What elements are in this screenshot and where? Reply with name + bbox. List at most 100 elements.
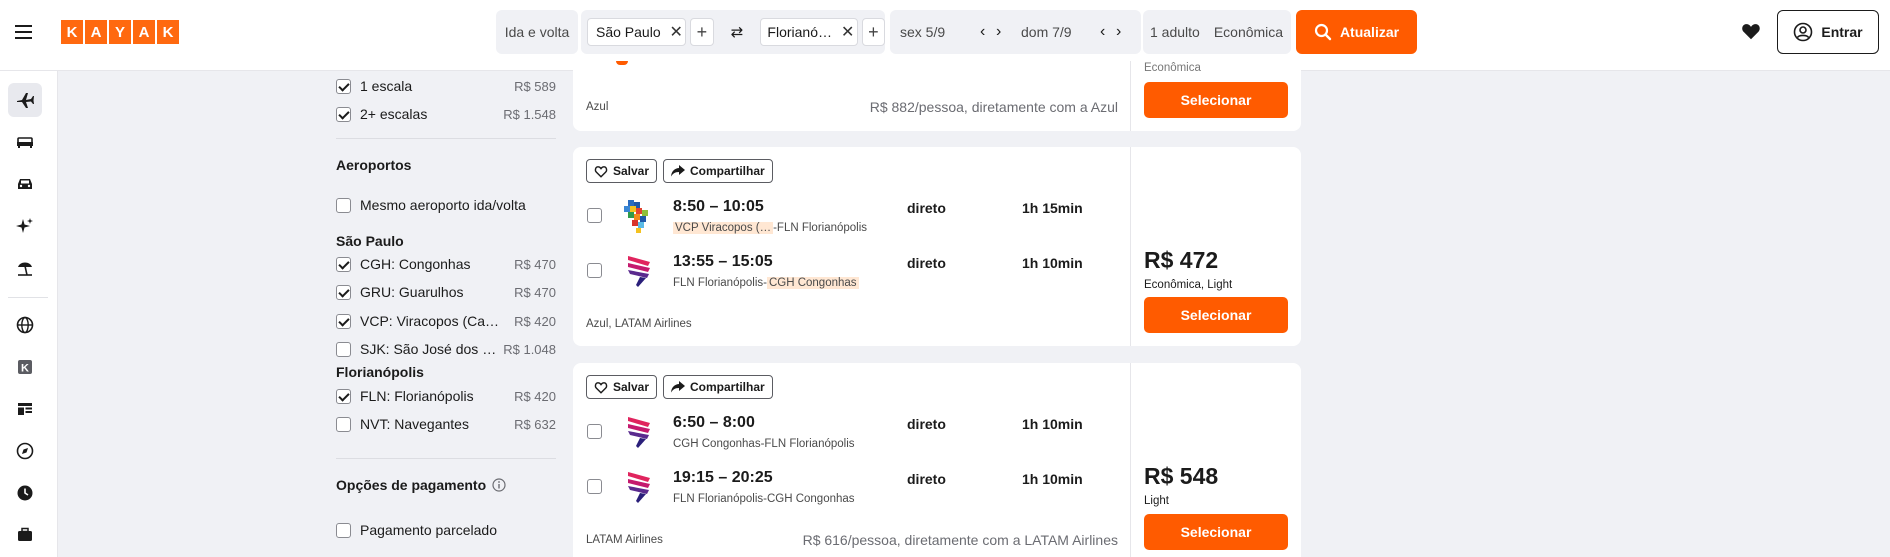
leg-checkbox[interactable]	[587, 263, 602, 278]
checkbox[interactable]	[336, 78, 351, 94]
depart-date[interactable]: sex 5/9	[900, 24, 945, 40]
nav-cars[interactable]	[8, 167, 42, 201]
filter-airport-sjk[interactable]: SJK: São José dos C… R$ 1.048	[336, 339, 556, 359]
sparkle-icon	[16, 218, 33, 233]
login-button[interactable]: Entrar	[1777, 10, 1879, 54]
clock-icon	[17, 485, 33, 501]
fare-type: Light	[1144, 495, 1169, 507]
beach-umbrella-icon	[18, 262, 32, 276]
save-button[interactable]: Salvar	[586, 159, 658, 183]
select-button[interactable]: Selecionar	[1144, 297, 1288, 333]
select-button[interactable]: Selecionar	[1144, 82, 1288, 118]
filter-airport-nvt[interactable]: NVT: Navegantes R$ 632	[336, 414, 556, 434]
airline-name: Azul	[586, 101, 609, 113]
checkbox[interactable]	[336, 388, 351, 404]
origin-chip[interactable]: São Paulo ✕	[587, 18, 687, 46]
nav-kayak-business[interactable]: K	[8, 350, 42, 384]
filter-airport-fln[interactable]: FLN: Florianópolis R$ 420	[336, 386, 556, 406]
add-origin-icon[interactable]: +	[690, 18, 714, 46]
leg-checkbox[interactable]	[587, 424, 602, 439]
latam-logo-icon	[628, 256, 650, 287]
filter-airport-vcp[interactable]: VCP: Viracopos (Cam… R$ 420	[336, 311, 556, 331]
nav-trips[interactable]	[8, 434, 42, 468]
select-button[interactable]: Selecionar	[1144, 514, 1288, 550]
share-arrow-icon	[671, 381, 685, 393]
hamburger-menu-icon[interactable]	[12, 20, 36, 44]
share-arrow-icon	[671, 165, 685, 177]
swap-icon[interactable]: ⇄	[718, 23, 757, 41]
heart-outline-icon	[594, 165, 608, 178]
chevron-left-icon[interactable]: ‹	[1096, 23, 1109, 41]
nav-travel-map[interactable]	[8, 308, 42, 342]
leg-checkbox[interactable]	[587, 479, 602, 494]
price: R$ 548	[1144, 463, 1219, 489]
info-icon[interactable]	[492, 478, 506, 492]
filter-airport-cgh[interactable]: CGH: Congonhas R$ 470	[336, 254, 556, 274]
filter-label: Pagamento parcelado	[360, 522, 497, 538]
return-date[interactable]: dom 7/9	[1021, 24, 1072, 40]
checkbox[interactable]	[336, 256, 351, 272]
latam-logo-icon	[628, 472, 650, 503]
dates-box: sex 5/9 ‹ › dom 7/9 ‹ ›	[890, 10, 1141, 54]
checkbox[interactable]	[336, 197, 351, 213]
filter-stops-2plus[interactable]: 2+ escalas R$ 1.548	[336, 104, 556, 124]
checkbox[interactable]	[336, 416, 351, 432]
close-icon[interactable]: ✕	[667, 22, 685, 42]
close-icon[interactable]: ✕	[839, 22, 857, 42]
result-card[interactable]: Salvar Compartilhar 6:50 – 8:00 CGH Cong…	[573, 363, 1301, 557]
filter-price: R$ 420	[514, 388, 556, 404]
nav-explore[interactable]	[8, 209, 42, 243]
filter-label: NVT: Navegantes	[360, 416, 469, 432]
filter-stops-1[interactable]: 1 escala R$ 589	[336, 76, 556, 96]
filter-same-airport[interactable]: Mesmo aeroporto ida/volta	[336, 195, 556, 215]
trip-type-select[interactable]: Ida e volta	[496, 10, 578, 54]
chevron-left-icon[interactable]: ‹	[976, 23, 989, 41]
checkbox[interactable]	[336, 522, 351, 538]
travelers-select[interactable]: 1 adulto Econômica	[1143, 10, 1291, 54]
destination-chip[interactable]: Florianó… ✕	[760, 18, 858, 46]
filter-airport-gru[interactable]: GRU: Guarulhos R$ 470	[336, 282, 556, 302]
result-card[interactable]: Azul R$ 882/pessoa, diretamente com a Az…	[573, 61, 1301, 131]
update-button[interactable]: Atualizar	[1296, 10, 1417, 54]
airline-name: LATAM Airlines	[586, 534, 663, 546]
origin-value: São Paulo	[596, 24, 661, 40]
cabin-value: Econômica	[1213, 24, 1284, 40]
logo-letter: Y	[109, 20, 131, 44]
nav-deals[interactable]	[8, 392, 42, 426]
inbound-duration: 1h 10min	[1022, 255, 1083, 271]
filter-label: CGH: Congonhas	[360, 256, 471, 272]
login-label: Entrar	[1821, 24, 1863, 40]
checkbox[interactable]	[336, 341, 351, 357]
nav-business[interactable]	[8, 518, 42, 552]
checkbox[interactable]	[336, 284, 351, 300]
filter-label: VCP: Viracopos (Cam…	[360, 313, 509, 329]
share-label: Compartilhar	[690, 380, 765, 394]
kayak-logo[interactable]: K A Y A K	[61, 20, 179, 44]
save-label: Salvar	[613, 380, 650, 394]
heart-icon[interactable]	[1740, 20, 1762, 42]
share-label: Compartilhar	[690, 164, 765, 178]
nav-packages[interactable]	[8, 251, 42, 285]
save-button[interactable]: Salvar	[586, 375, 658, 399]
checkbox[interactable]	[336, 106, 351, 122]
route-box: São Paulo ✕ + ⇄ Florianó… ✕ +	[581, 10, 885, 54]
outbound-stops: direto	[907, 200, 946, 216]
filter-installments[interactable]: Pagamento parcelado	[336, 520, 556, 540]
chevron-right-icon[interactable]: ›	[992, 23, 1005, 41]
filter-label: 2+ escalas	[360, 106, 428, 122]
nav-recent[interactable]	[8, 476, 42, 510]
dest-airport: -FLN Florianópolis	[773, 222, 868, 234]
leg-checkbox[interactable]	[587, 208, 602, 223]
add-destination-icon[interactable]: +	[861, 18, 885, 46]
nav-flights[interactable]	[8, 83, 42, 117]
chevron-right-icon[interactable]: ›	[1112, 23, 1125, 41]
share-button[interactable]: Compartilhar	[663, 159, 773, 183]
update-label: Atualizar	[1339, 24, 1400, 40]
checkbox[interactable]	[336, 313, 351, 329]
nav-hotels[interactable]	[8, 125, 42, 159]
filter-price: R$ 420	[514, 313, 556, 329]
result-card[interactable]: Salvar Compartilhar 8:50 – 10:05 VCP Vir…	[573, 147, 1301, 346]
filter-label: 1 escala	[360, 78, 413, 94]
filter-price: R$ 470	[514, 256, 556, 272]
share-button[interactable]: Compartilhar	[663, 375, 773, 399]
